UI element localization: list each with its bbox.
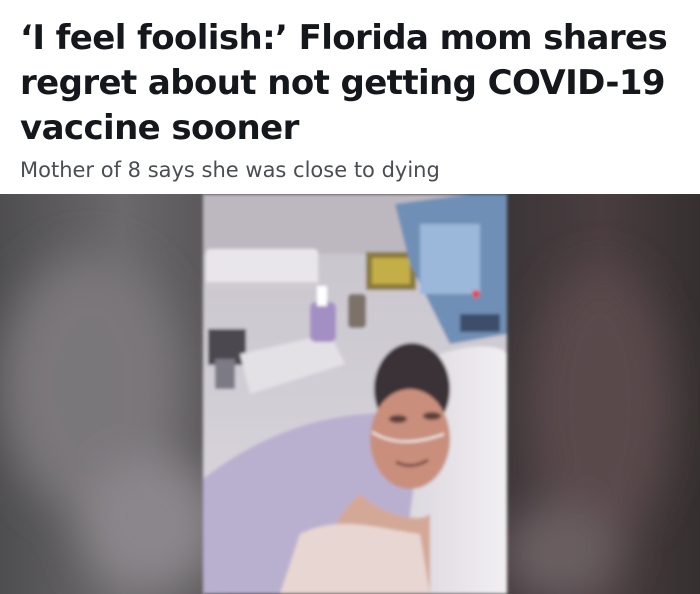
article: ‘I feel foolish:’ Florida mom shares reg… bbox=[0, 0, 700, 594]
video-still-image bbox=[0, 194, 700, 594]
article-headline: ‘I feel foolish:’ Florida mom shares reg… bbox=[20, 18, 668, 148]
video-still[interactable] bbox=[0, 194, 700, 594]
article-subheadline: Mother of 8 says she was close to dying bbox=[20, 158, 440, 182]
